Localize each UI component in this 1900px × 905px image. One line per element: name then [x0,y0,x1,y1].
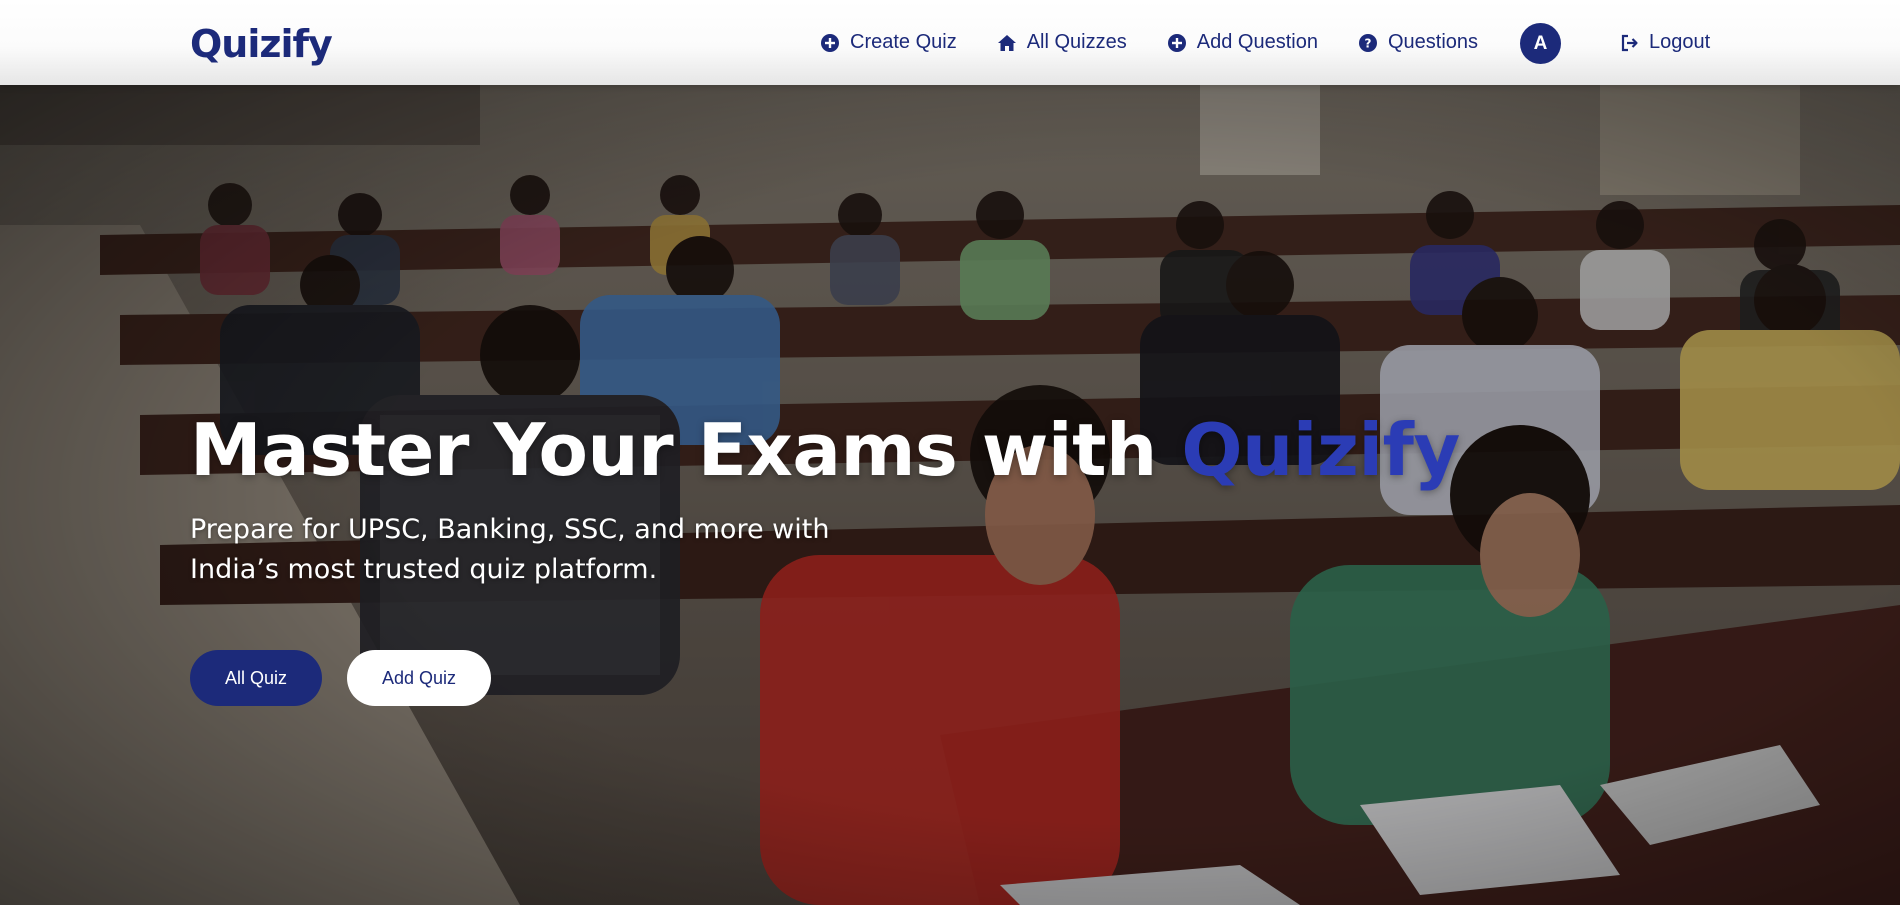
hero-title: Master Your Exams with Quizify [190,405,1460,495]
brand-logo[interactable]: Quizify [190,20,333,68]
nav-create-quiz-label: Create Quiz [850,31,957,53]
nav-add-question-label: Add Question [1196,31,1318,53]
nav-links: Create Quiz All Quizzes Add Question ? Q… [820,0,1518,85]
nav-create-quiz[interactable]: Create Quiz [820,31,957,54]
nav-add-question[interactable]: Add Question [1167,31,1318,54]
logout-button[interactable]: Logout [1620,0,1710,85]
nav-all-quizzes[interactable]: All Quizzes [997,31,1127,54]
hero-title-accent: Quizify [1181,408,1460,492]
question-circle-icon: ? [1358,33,1378,53]
plus-circle-icon [820,33,840,53]
home-icon [997,33,1017,53]
hero-title-main: Master Your Exams with [190,408,1182,492]
plus-circle-icon [1167,33,1187,53]
hero-dark-overlay [0,85,1900,905]
sign-out-icon [1620,33,1640,53]
add-quiz-button[interactable]: Add Quiz [347,650,491,706]
user-avatar[interactable]: A [1520,23,1561,64]
all-quiz-button[interactable]: All Quiz [190,650,322,706]
svg-text:?: ? [1364,36,1371,50]
nav-all-quizzes-label: All Quizzes [1026,31,1127,53]
nav-questions-label: Questions [1387,31,1479,53]
logout-label: Logout [1649,31,1711,53]
nav-questions[interactable]: ? Questions [1358,31,1478,54]
hero-section: Master Your Exams with Quizify Prepare f… [0,85,1900,905]
hero-subtitle: Prepare for UPSC, Banking, SSC, and more… [190,514,830,585]
top-navbar: Quizify Create Quiz All Quizzes Add Ques… [0,0,1900,85]
